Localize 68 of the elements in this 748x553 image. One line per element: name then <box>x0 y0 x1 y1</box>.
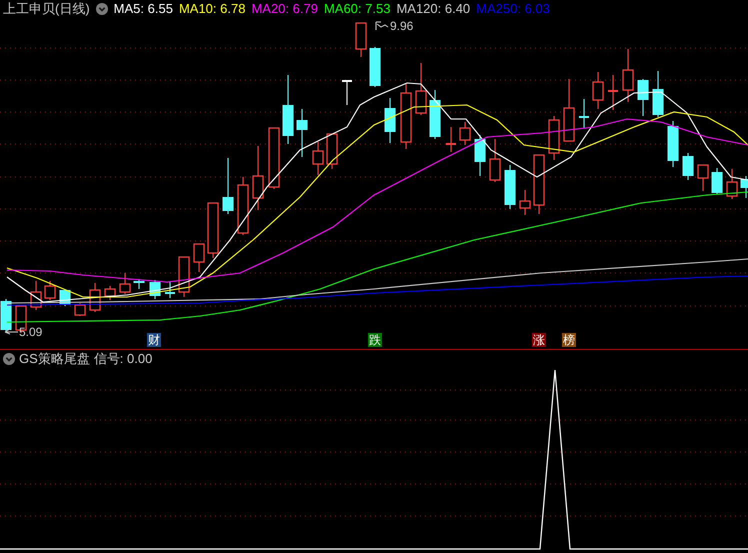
candlestick <box>44 280 56 300</box>
candlestick <box>268 127 280 190</box>
candlestick <box>89 282 101 312</box>
candlestick <box>489 138 501 182</box>
candlestick <box>712 168 722 194</box>
moving-average-value: MA60: 7.53 <box>324 0 390 18</box>
candlestick <box>165 282 175 298</box>
stock-title: 上工申贝(日线) <box>3 0 90 18</box>
indicator-name: GS策略尾盘 <box>19 350 90 368</box>
indicator-reading: 信号: 0.00 <box>94 350 152 368</box>
candlestick <box>400 84 412 150</box>
candlestick <box>119 272 131 294</box>
candlestick <box>355 22 367 58</box>
candlestick <box>608 74 618 110</box>
candlestick <box>726 168 738 200</box>
moving-average-value: MA250: 6.03 <box>476 0 550 18</box>
candlestick <box>548 116 560 160</box>
moving-average-value: MA120: 6.40 <box>396 0 470 18</box>
candlestick <box>282 74 294 144</box>
low-price-label: 5.09 <box>19 325 42 339</box>
candlestick <box>563 78 575 142</box>
candlestick <box>622 48 634 102</box>
signal-tag: 榜 <box>562 333 576 347</box>
moving-average-value: MA5: 6.55 <box>114 0 173 18</box>
dropdown-chevron-icon[interactable] <box>3 352 15 364</box>
candlestick <box>579 98 589 128</box>
moving-average-value: MA20: 6.79 <box>251 0 318 18</box>
dropdown-chevron-icon[interactable] <box>96 3 108 15</box>
candlestick <box>342 80 352 106</box>
candlestick <box>296 108 308 158</box>
candlestick <box>638 78 648 116</box>
candlestick <box>104 286 116 300</box>
candlestick <box>740 176 748 198</box>
candlestick <box>74 302 86 316</box>
candlestick <box>326 133 338 170</box>
candlestick <box>30 280 42 310</box>
candlestick <box>459 122 471 146</box>
signal-tag: 涨 <box>532 333 546 347</box>
moving-average-value: MA10: 6.78 <box>178 0 246 18</box>
candlestick <box>446 126 456 152</box>
candlestick <box>193 243 205 272</box>
candlestick <box>222 158 234 214</box>
candlestick <box>474 134 486 176</box>
candlestick <box>370 46 380 88</box>
candlestick <box>519 190 531 216</box>
candlestick <box>504 164 516 210</box>
candlestick <box>430 90 440 140</box>
signal-tag: 跌 <box>368 333 382 347</box>
candlestick <box>592 72 604 110</box>
candlestick <box>252 146 264 210</box>
signal-tag: 财 <box>147 333 161 347</box>
candlestick <box>652 70 664 118</box>
candlestick <box>134 278 144 290</box>
candlestick <box>697 164 709 192</box>
low-pointer-icon <box>4 328 18 334</box>
candlestick <box>384 98 396 144</box>
candlestick <box>533 154 545 214</box>
candlestick <box>237 176 249 236</box>
candlestick <box>312 142 324 176</box>
high-pointer-icon <box>376 22 388 30</box>
high-price-label: 9.96 <box>390 19 414 33</box>
candlestick <box>415 62 427 116</box>
candlestick <box>0 298 12 332</box>
candlestick <box>668 120 678 168</box>
candlestick <box>178 256 190 298</box>
candlestick <box>682 152 694 180</box>
candlestick <box>150 280 160 300</box>
candlestick <box>207 202 219 258</box>
